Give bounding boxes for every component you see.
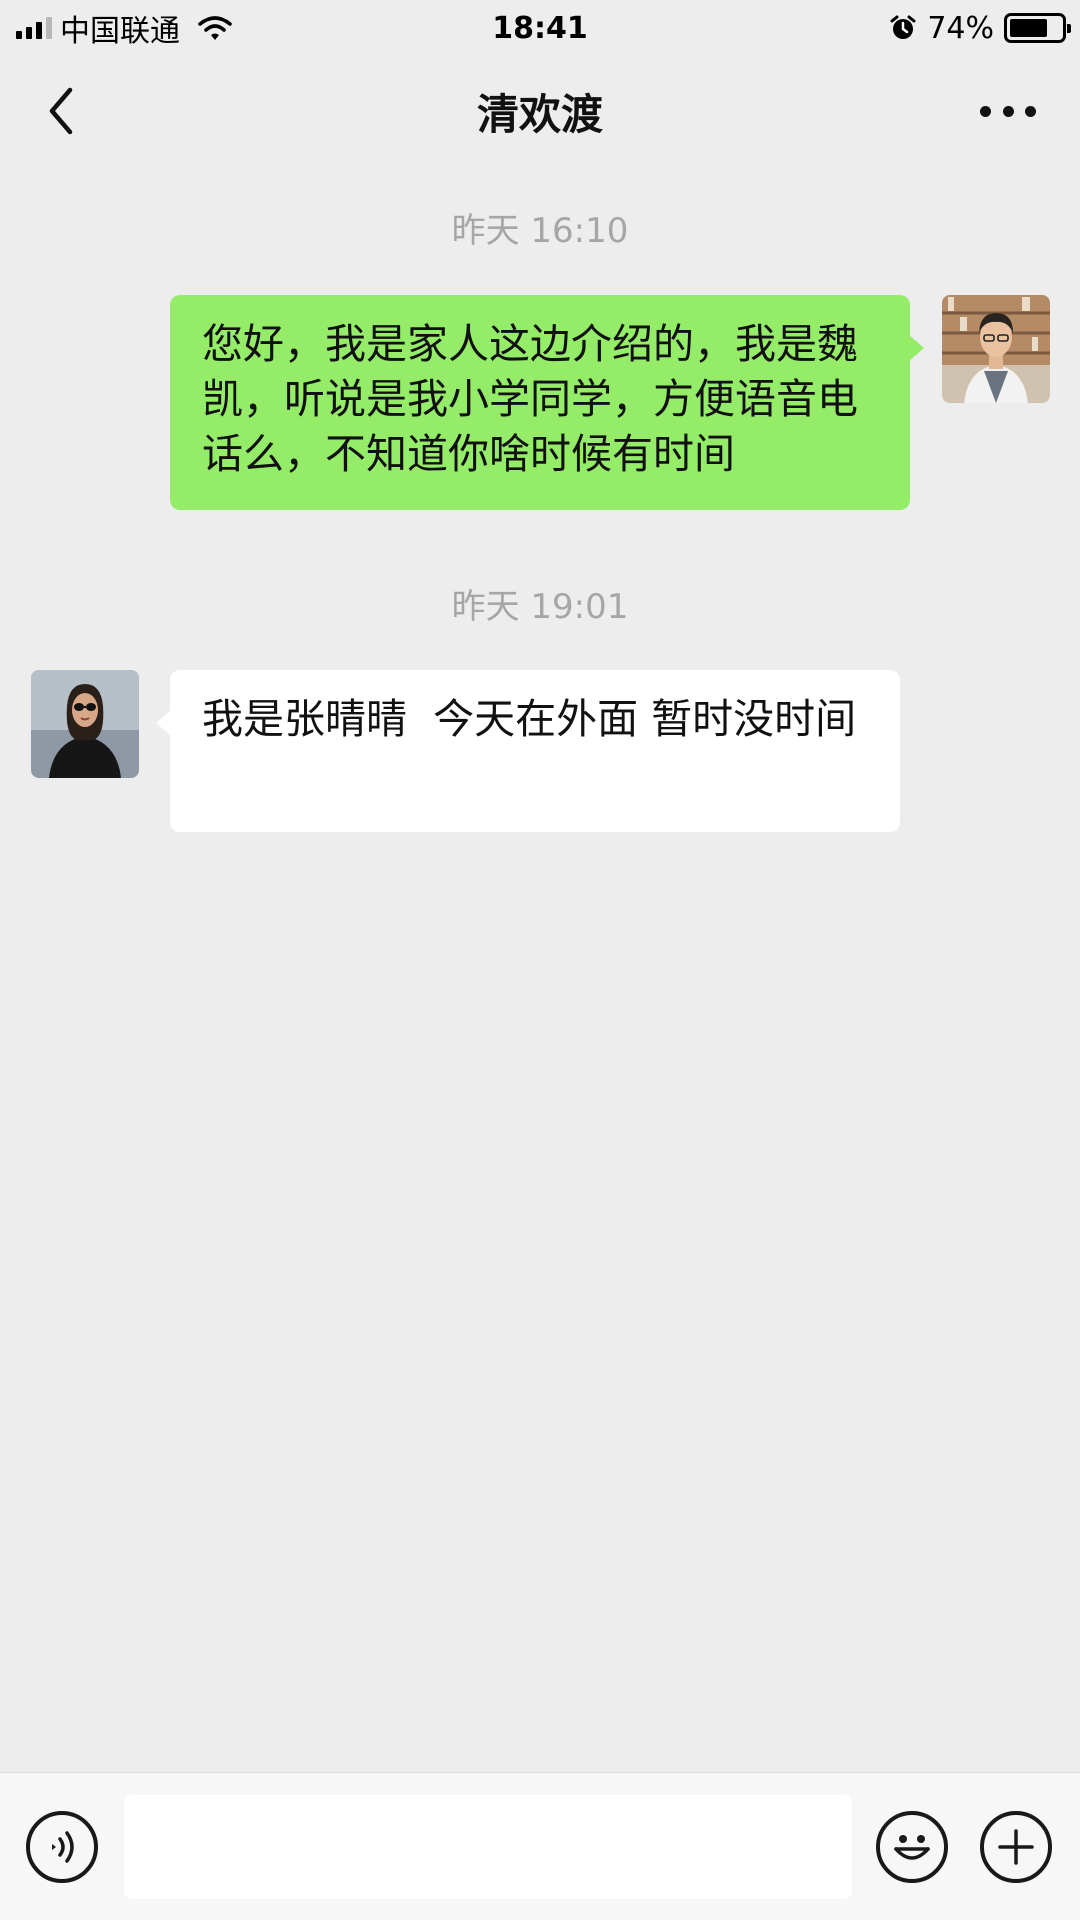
received-message-bubble[interactable]: 我是张晴晴 今天在外面 暂时没时间 bbox=[156, 670, 900, 832]
nav-bar: 清欢渡 bbox=[0, 56, 1080, 166]
received-message-text: 我是张晴晴 今天在外面 暂时没时间 bbox=[202, 695, 857, 743]
my-avatar[interactable] bbox=[942, 295, 1050, 403]
back-arrow-icon[interactable] bbox=[40, 84, 90, 138]
alarm-icon bbox=[890, 15, 916, 39]
sent-message-text: 您好，我是家人这边介绍的，我是魏凯，听说是我小学同学，方便语音电话么，不知道你啥… bbox=[202, 320, 858, 478]
battery-icon bbox=[1004, 13, 1071, 43]
status-right: 74% bbox=[889, 10, 1071, 46]
status-left: 中国联通 bbox=[16, 6, 232, 50]
input-bar bbox=[0, 1772, 1080, 1920]
contact-avatar-image bbox=[31, 670, 139, 778]
more-functions-button[interactable] bbox=[980, 1811, 1052, 1883]
battery-percent: 74% bbox=[927, 10, 994, 46]
emoji-button[interactable] bbox=[876, 1811, 948, 1883]
chat-screen: 中国联通 18:41 74% 清欢渡 昨天 16:10 您好，我是家人这边介绍的… bbox=[0, 0, 1080, 1920]
contact-avatar[interactable] bbox=[31, 670, 139, 778]
signal-strength-icon bbox=[16, 17, 52, 39]
plus-icon bbox=[998, 1829, 1034, 1865]
chat-title: 清欢渡 bbox=[476, 89, 603, 139]
emoji-icon bbox=[894, 1835, 930, 1860]
more-options-icon[interactable] bbox=[980, 96, 1036, 126]
message-timestamp: 昨天 16:10 bbox=[451, 211, 629, 251]
voice-input-button[interactable] bbox=[26, 1811, 98, 1883]
my-avatar-image bbox=[942, 295, 1050, 403]
message-timestamp: 昨天 19:01 bbox=[451, 587, 629, 627]
message-text-input[interactable] bbox=[124, 1795, 852, 1899]
battery-level-fill bbox=[1010, 19, 1047, 37]
sent-message-bubble[interactable]: 您好，我是家人这边介绍的，我是魏凯，听说是我小学同学，方便语音电话么，不知道你啥… bbox=[170, 295, 924, 510]
wifi-icon bbox=[198, 16, 232, 40]
carrier-label: 中国联通 bbox=[60, 14, 180, 49]
voice-icon bbox=[52, 1831, 74, 1863]
status-bar: 中国联通 18:41 74% bbox=[0, 0, 1080, 56]
